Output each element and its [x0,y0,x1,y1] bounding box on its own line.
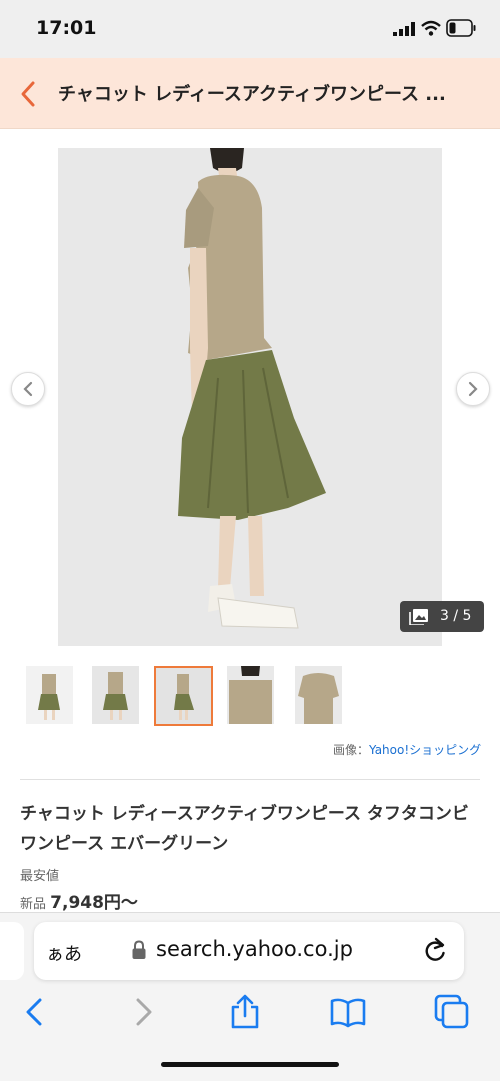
home-indicator [161,1062,339,1067]
thumbnail-2[interactable] [92,666,139,724]
thumbnail-4[interactable] [227,666,274,724]
share-icon[interactable] [227,994,263,1030]
reader-options-button[interactable]: ぁあ [46,940,82,966]
price-row: 新品 7,948円〜 [20,888,138,913]
chevron-right-icon [468,381,478,397]
product-price: 7,948円〜 [50,893,138,913]
bookmarks-icon[interactable] [330,994,366,1030]
page-title: チャコット レディースアクティブワンピース ... [58,84,446,105]
new-item-label: 新品 [20,897,47,912]
back-icon[interactable] [17,994,53,1030]
thumbnail-1[interactable] [26,666,73,724]
thumbnail-illustration [227,666,274,724]
next-image-button[interactable] [456,372,490,406]
reload-icon[interactable] [422,936,448,964]
signal-icon [393,22,415,36]
lowest-price-label: 最安値 [20,869,60,884]
prev-image-button[interactable] [11,372,45,406]
thumbnail-3-selected[interactable] [154,666,213,726]
thumbnail-illustration [295,666,342,724]
chevron-left-icon [23,381,33,397]
back-arrow-icon[interactable] [18,80,38,108]
thumbnail-illustration [156,668,211,724]
lock-icon [132,940,146,959]
thumbnail-illustration [92,666,139,724]
forward-icon[interactable] [125,994,161,1030]
thumbnail-illustration [26,666,73,724]
image-credit-link[interactable]: Yahoo!ショッピング [369,743,481,757]
gallery-icon [409,609,428,625]
product-image[interactable] [58,148,442,646]
tabs-icon[interactable] [434,994,470,1030]
image-credit: 画像：Yahoo!ショッピング [333,741,481,758]
product-photo-illustration [58,148,442,646]
divider [20,779,480,780]
image-credit-prefix: 画像： [333,743,370,757]
thumbnail-5[interactable] [295,666,342,724]
product-title: チャコット レディースアクティブワンピース タフタコンビワンピース エバーグリー… [20,804,469,854]
wifi-icon [421,20,441,36]
image-counter-text: 3 / 5 [440,608,472,624]
previous-tab-edge[interactable] [0,922,24,980]
url-text[interactable]: search.yahoo.co.jp [156,937,353,961]
image-counter: 3 / 5 [400,601,484,632]
status-time: 17:01 [36,17,97,39]
battery-icon [446,19,476,37]
